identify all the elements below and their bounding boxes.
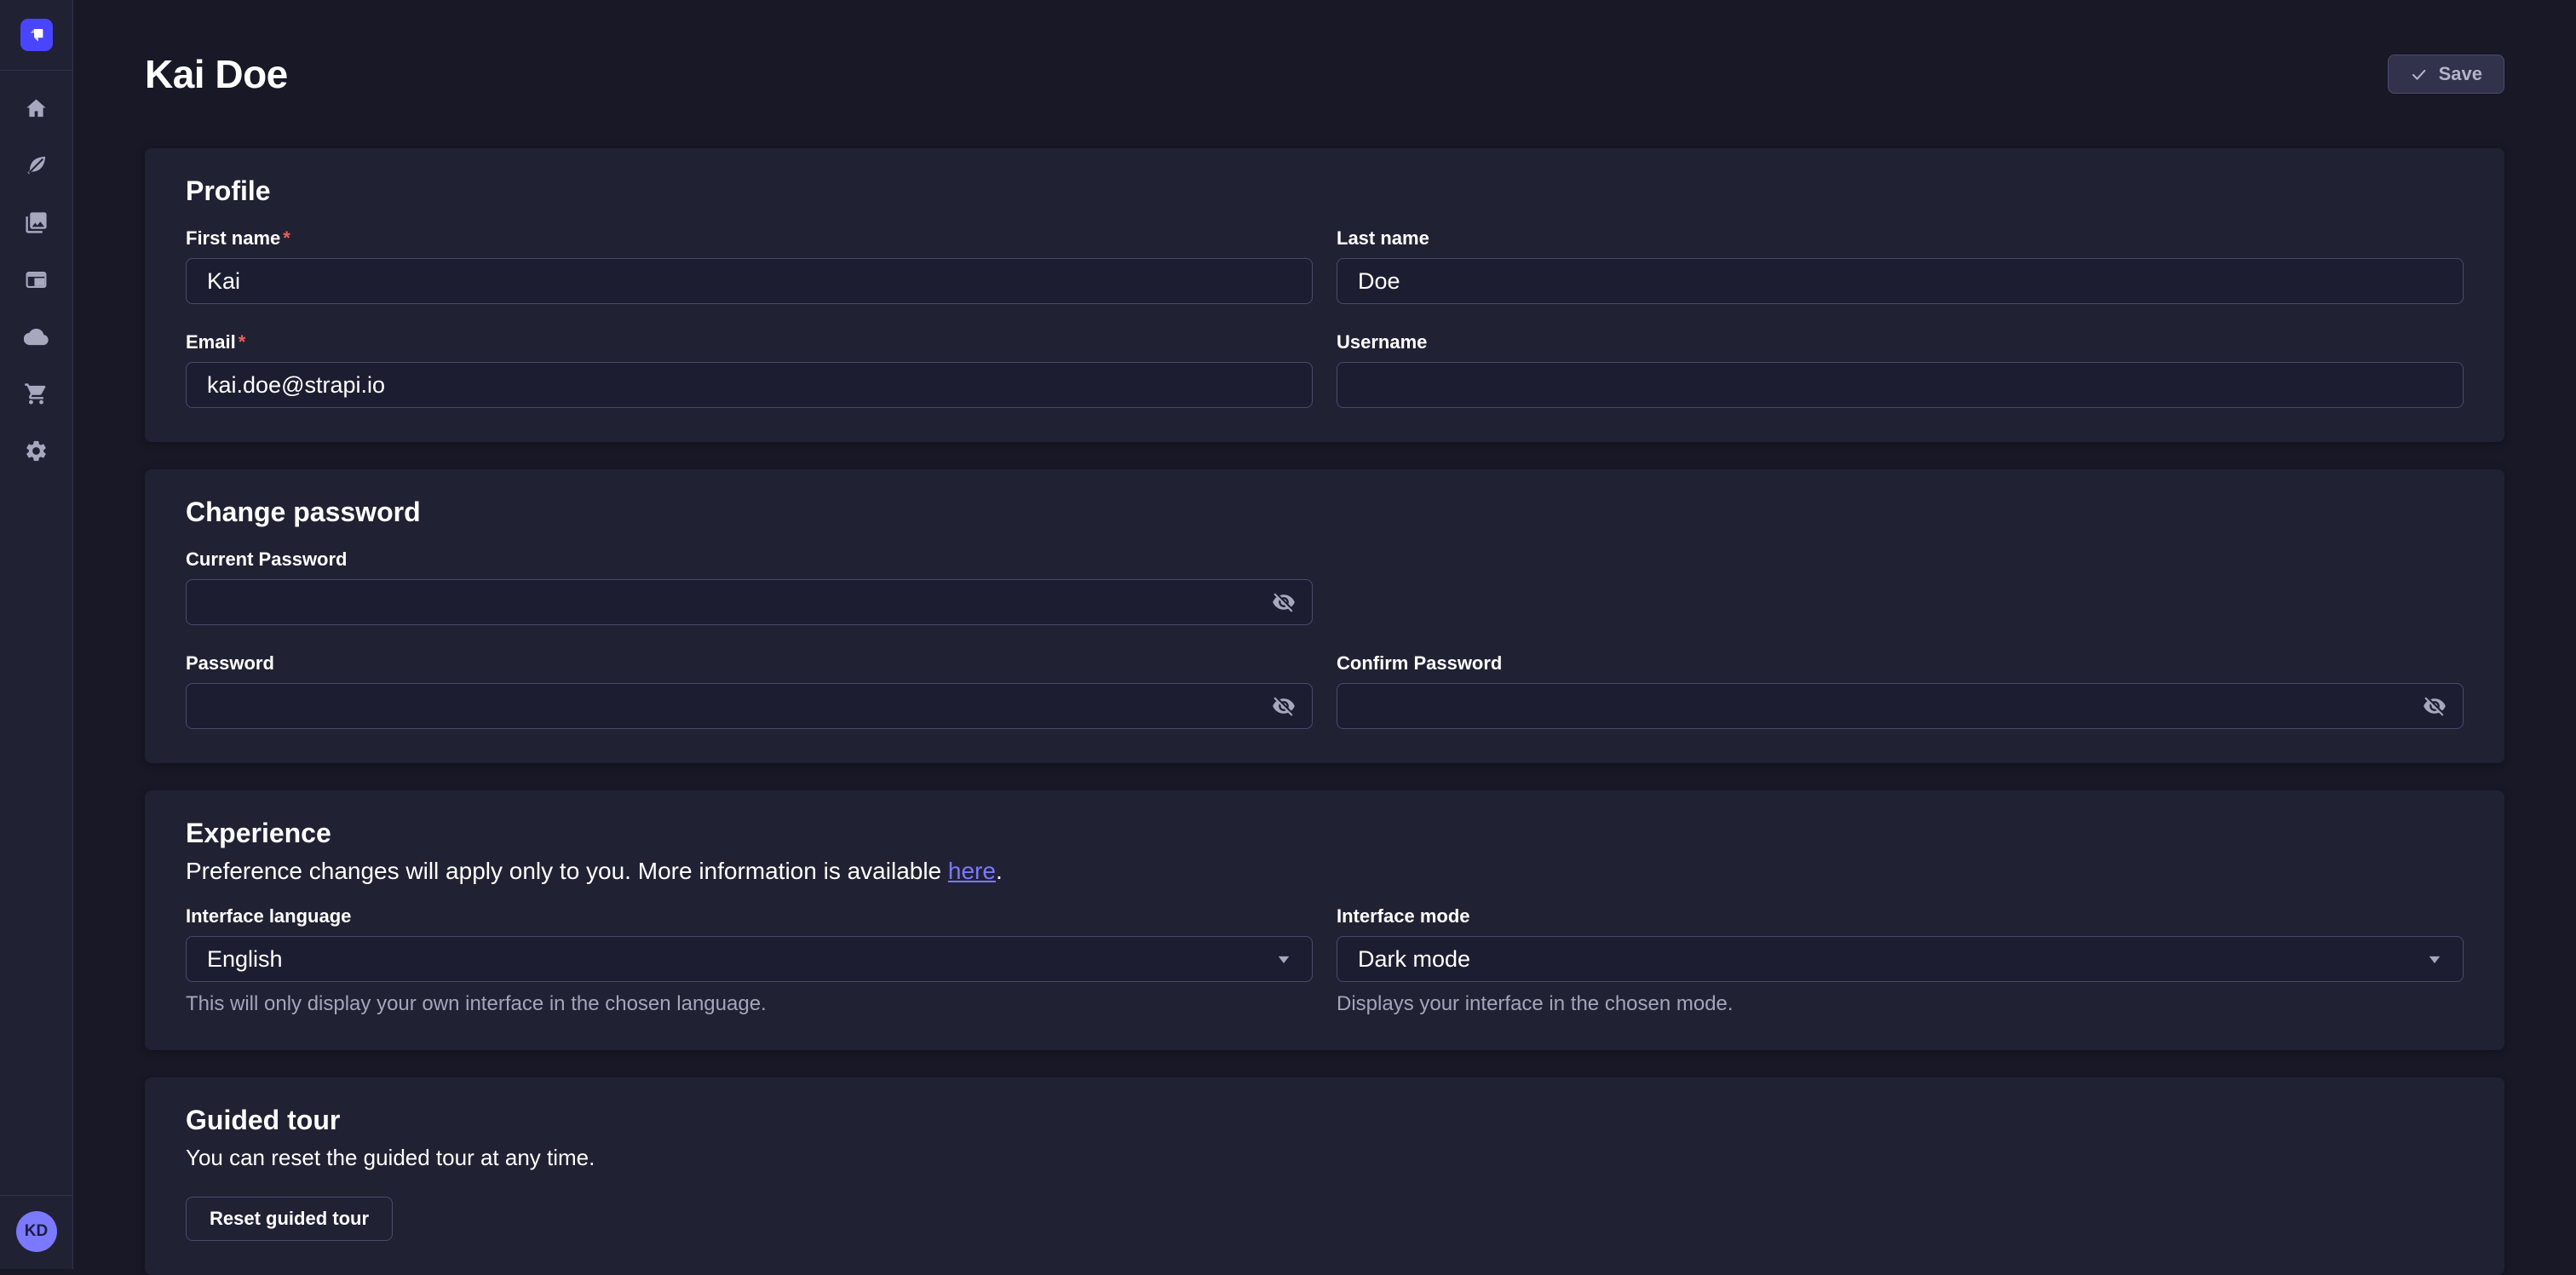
change-password-card: Change password Current Password Passw xyxy=(145,469,2504,763)
workspace-logo-area xyxy=(0,0,72,71)
guided-tour-description: You can reset the guided tour at any tim… xyxy=(186,1145,2464,1171)
last-name-label: Last name xyxy=(1337,227,2464,250)
page-header: Kai Doe Save xyxy=(145,0,2504,148)
first-name-input[interactable] xyxy=(186,258,1313,304)
interface-language-label: Interface language xyxy=(186,905,1313,928)
email-label: Email* xyxy=(186,331,1313,353)
password-label: Password xyxy=(186,652,1313,675)
profile-grid: First name* Last name Email* Username xyxy=(186,227,2464,408)
interface-language-select[interactable]: English xyxy=(186,936,1313,982)
save-button[interactable]: Save xyxy=(2388,55,2504,94)
check-icon xyxy=(2410,66,2428,83)
interface-mode-label: Interface mode xyxy=(1337,905,2464,928)
sidebar-item-marketplace[interactable] xyxy=(24,381,49,406)
last-name-input[interactable] xyxy=(1337,258,2464,304)
guided-tour-heading: Guided tour xyxy=(186,1105,2464,1136)
toggle-confirm-password-visibility-button[interactable] xyxy=(2419,691,2450,721)
username-label: Username xyxy=(1337,331,2464,353)
field-interface-language: Interface language English This will onl… xyxy=(186,905,1313,1016)
cart-icon xyxy=(24,382,49,406)
sidebar-item-content[interactable] xyxy=(24,152,49,178)
main-content: Kai Doe Save Profile First name* Last na… xyxy=(73,0,2576,1275)
eye-off-icon xyxy=(2423,694,2447,718)
app-root: KD Kai Doe Save Profile First name* xyxy=(0,0,2576,1275)
field-username: Username xyxy=(1337,331,2464,408)
first-name-label: First name* xyxy=(186,227,1313,250)
experience-description: Preference changes will apply only to yo… xyxy=(186,858,2464,885)
layout-icon xyxy=(24,267,49,292)
interface-mode-hint: Displays your interface in the chosen mo… xyxy=(1337,992,2464,1016)
profile-heading: Profile xyxy=(186,175,2464,207)
interface-mode-value: Dark mode xyxy=(1358,946,1470,973)
reset-guided-tour-button[interactable]: Reset guided tour xyxy=(186,1197,393,1241)
page-title: Kai Doe xyxy=(145,51,288,97)
sidebar-item-home[interactable] xyxy=(24,95,49,121)
required-asterisk: * xyxy=(239,331,246,353)
feather-icon xyxy=(24,153,49,178)
change-password-heading: Change password xyxy=(186,497,2464,528)
guided-tour-card: Guided tour You can reset the guided tou… xyxy=(145,1077,2504,1275)
sidebar-item-deploy[interactable] xyxy=(24,324,49,349)
sidebar-item-content-type-builder[interactable] xyxy=(24,267,49,292)
interface-mode-select[interactable]: Dark mode xyxy=(1337,936,2464,982)
email-input[interactable] xyxy=(186,362,1313,408)
sidebar-nav xyxy=(24,95,49,463)
experience-card: Experience Preference changes will apply… xyxy=(145,790,2504,1050)
home-icon xyxy=(24,96,49,121)
sidebar: KD xyxy=(0,0,73,1269)
cloud-icon xyxy=(24,324,49,349)
field-first-name: First name* xyxy=(186,227,1313,304)
save-button-label: Save xyxy=(2439,63,2482,85)
confirm-password-input[interactable] xyxy=(1337,683,2464,729)
required-asterisk: * xyxy=(283,227,290,249)
eye-off-icon xyxy=(1272,694,1296,718)
more-information-link[interactable]: here xyxy=(948,858,996,884)
toggle-password-visibility-button[interactable] xyxy=(1268,691,1299,721)
field-email: Email* xyxy=(186,331,1313,408)
interface-language-value: English xyxy=(207,946,283,973)
strapi-logo-icon xyxy=(24,22,49,48)
images-icon xyxy=(24,210,49,235)
gear-icon xyxy=(24,439,49,463)
sidebar-divider xyxy=(0,1195,72,1196)
username-input[interactable] xyxy=(1337,362,2464,408)
field-new-password: Password xyxy=(186,652,1313,729)
confirm-password-label: Confirm Password xyxy=(1337,652,2464,675)
current-password-label: Current Password xyxy=(186,548,1313,571)
field-confirm-password: Confirm Password xyxy=(1337,652,2464,729)
field-current-password: Current Password xyxy=(186,548,1313,625)
user-avatar[interactable]: KD xyxy=(16,1211,57,1252)
password-input[interactable] xyxy=(186,683,1313,729)
profile-card: Profile First name* Last name Email* Use… xyxy=(145,148,2504,442)
field-interface-mode: Interface mode Dark mode Displays your i… xyxy=(1337,905,2464,1016)
eye-off-icon xyxy=(1272,590,1296,614)
sidebar-bottom: KD xyxy=(0,1195,72,1269)
experience-grid: Interface language English This will onl… xyxy=(186,905,2464,1016)
experience-heading: Experience xyxy=(186,818,2464,849)
current-password-input[interactable] xyxy=(186,579,1313,625)
toggle-current-password-visibility-button[interactable] xyxy=(1268,587,1299,617)
interface-language-hint: This will only display your own interfac… xyxy=(186,992,1313,1016)
chevron-down-icon xyxy=(2422,946,2447,972)
strapi-logo[interactable] xyxy=(20,19,53,51)
sidebar-item-media-library[interactable] xyxy=(24,210,49,235)
field-last-name: Last name xyxy=(1337,227,2464,304)
chevron-down-icon xyxy=(1271,946,1297,972)
sidebar-item-settings[interactable] xyxy=(24,438,49,463)
change-password-grid: Current Password Password xyxy=(186,548,2464,729)
